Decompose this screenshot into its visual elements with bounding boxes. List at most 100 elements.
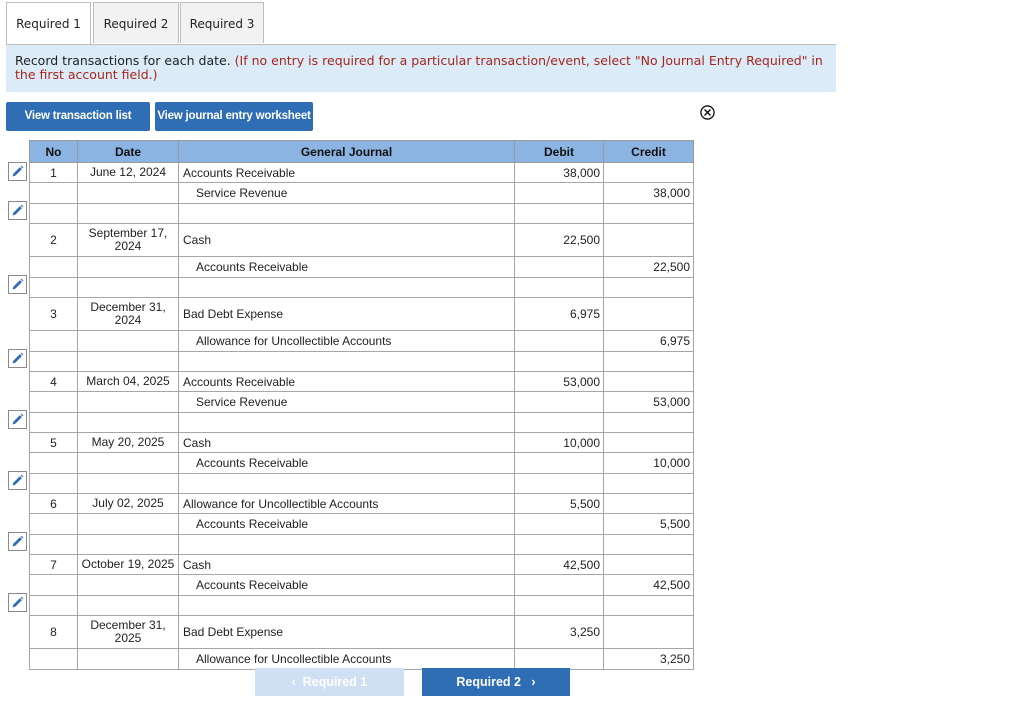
entry-date[interactable]: May 20, 2025 <box>77 432 179 453</box>
blank-cell[interactable] <box>77 203 179 224</box>
blank-cell[interactable] <box>77 648 179 670</box>
pencil-icon[interactable] <box>8 349 27 368</box>
tab-required-2[interactable]: Required 2 <box>93 2 179 43</box>
blank-cell[interactable] <box>178 203 515 224</box>
blank-cell[interactable] <box>603 203 694 224</box>
blank-cell[interactable] <box>29 351 78 372</box>
previous-required-button[interactable]: ‹ Required 1 <box>255 668 404 696</box>
entry-date[interactable]: March 04, 2025 <box>77 371 179 392</box>
debit-amount-field[interactable]: 22,500 <box>514 223 604 257</box>
debit-amount-field[interactable] <box>514 182 604 204</box>
blank-cell[interactable] <box>514 595 604 616</box>
debit-amount-field[interactable]: 6,975 <box>514 297 604 331</box>
credit-account-field[interactable]: Accounts Receivable <box>178 574 515 596</box>
debit-amount-field[interactable]: 38,000 <box>514 162 604 183</box>
view-journal-entry-worksheet-button[interactable]: View journal entry worksheet <box>155 102 313 131</box>
debit-amount-field[interactable]: 5,500 <box>514 493 604 514</box>
blank-cell[interactable] <box>29 412 78 433</box>
credit-amount-field[interactable]: 22,500 <box>603 256 694 278</box>
blank-cell[interactable] <box>603 473 694 494</box>
credit-amount-field[interactable] <box>603 493 694 514</box>
pencil-icon[interactable] <box>8 410 27 429</box>
blank-cell[interactable] <box>603 277 694 298</box>
entry-date[interactable]: October 19, 2025 <box>77 554 179 575</box>
entry-date[interactable]: December 31, 2025 <box>77 615 179 649</box>
blank-cell[interactable] <box>77 534 179 555</box>
credit-amount-field[interactable] <box>603 162 694 183</box>
next-required-button[interactable]: Required 2 › <box>422 668 570 696</box>
pencil-icon[interactable] <box>8 593 27 612</box>
blank-cell[interactable] <box>77 351 179 372</box>
credit-amount-field[interactable]: 5,500 <box>603 513 694 535</box>
credit-amount-field[interactable] <box>603 297 694 331</box>
blank-cell[interactable] <box>603 595 694 616</box>
blank-cell[interactable] <box>178 277 515 298</box>
pencil-icon[interactable] <box>8 201 27 220</box>
blank-cell[interactable] <box>77 473 179 494</box>
credit-account-field[interactable]: Allowance for Uncollectible Accounts <box>178 648 515 670</box>
blank-cell[interactable] <box>77 412 179 433</box>
blank-cell[interactable] <box>29 473 78 494</box>
debit-account-field[interactable]: Cash <box>178 223 515 257</box>
debit-account-field[interactable]: Allowance for Uncollectible Accounts <box>178 493 515 514</box>
entry-date[interactable]: July 02, 2025 <box>77 493 179 514</box>
credit-amount-field[interactable] <box>603 615 694 649</box>
entry-date[interactable]: September 17, 2024 <box>77 223 179 257</box>
blank-cell[interactable] <box>603 412 694 433</box>
blank-cell[interactable] <box>77 452 179 474</box>
pencil-icon[interactable] <box>8 275 27 294</box>
debit-amount-field[interactable] <box>514 648 604 670</box>
debit-amount-field[interactable] <box>514 256 604 278</box>
blank-cell[interactable] <box>514 277 604 298</box>
credit-account-field[interactable]: Allowance for Uncollectible Accounts <box>178 330 515 352</box>
blank-cell[interactable] <box>178 595 515 616</box>
debit-account-field[interactable]: Bad Debt Expense <box>178 297 515 331</box>
credit-account-field[interactable]: Service Revenue <box>178 391 515 413</box>
credit-amount-field[interactable] <box>603 371 694 392</box>
blank-cell[interactable] <box>514 412 604 433</box>
credit-account-field[interactable]: Accounts Receivable <box>178 513 515 535</box>
credit-account-field[interactable]: Accounts Receivable <box>178 452 515 474</box>
debit-amount-field[interactable] <box>514 574 604 596</box>
debit-amount-field[interactable] <box>514 330 604 352</box>
credit-account-field[interactable]: Accounts Receivable <box>178 256 515 278</box>
blank-cell[interactable] <box>77 391 179 413</box>
tab-required-1[interactable]: Required 1 <box>6 2 91 46</box>
debit-account-field[interactable]: Cash <box>178 432 515 453</box>
debit-amount-field[interactable] <box>514 513 604 535</box>
blank-cell[interactable] <box>77 277 179 298</box>
credit-amount-field[interactable]: 3,250 <box>603 648 694 670</box>
blank-cell[interactable] <box>603 534 694 555</box>
blank-cell[interactable] <box>77 513 179 535</box>
credit-amount-field[interactable]: 53,000 <box>603 391 694 413</box>
blank-cell[interactable] <box>77 330 179 352</box>
debit-account-field[interactable]: Cash <box>178 554 515 575</box>
debit-account-field[interactable]: Accounts Receivable <box>178 371 515 392</box>
blank-cell[interactable] <box>178 412 515 433</box>
credit-amount-field[interactable] <box>603 223 694 257</box>
blank-cell[interactable] <box>514 203 604 224</box>
blank-cell[interactable] <box>29 203 78 224</box>
blank-cell[interactable] <box>29 277 78 298</box>
pencil-icon[interactable] <box>8 471 27 490</box>
credit-account-field[interactable]: Service Revenue <box>178 182 515 204</box>
credit-amount-field[interactable]: 10,000 <box>603 452 694 474</box>
pencil-icon[interactable] <box>8 162 27 181</box>
debit-amount-field[interactable]: 42,500 <box>514 554 604 575</box>
close-circle-icon[interactable] <box>700 105 715 120</box>
view-transaction-list-button[interactable]: View transaction list <box>6 102 150 131</box>
credit-amount-field[interactable]: 6,975 <box>603 330 694 352</box>
credit-amount-field[interactable] <box>603 554 694 575</box>
debit-amount-field[interactable]: 10,000 <box>514 432 604 453</box>
blank-cell[interactable] <box>29 595 78 616</box>
blank-cell[interactable] <box>77 574 179 596</box>
debit-account-field[interactable]: Accounts Receivable <box>178 162 515 183</box>
credit-amount-field[interactable]: 42,500 <box>603 574 694 596</box>
credit-amount-field[interactable]: 38,000 <box>603 182 694 204</box>
debit-amount-field[interactable] <box>514 452 604 474</box>
debit-amount-field[interactable] <box>514 391 604 413</box>
entry-date[interactable]: June 12, 2024 <box>77 162 179 183</box>
blank-cell[interactable] <box>178 534 515 555</box>
blank-cell[interactable] <box>514 473 604 494</box>
blank-cell[interactable] <box>29 534 78 555</box>
